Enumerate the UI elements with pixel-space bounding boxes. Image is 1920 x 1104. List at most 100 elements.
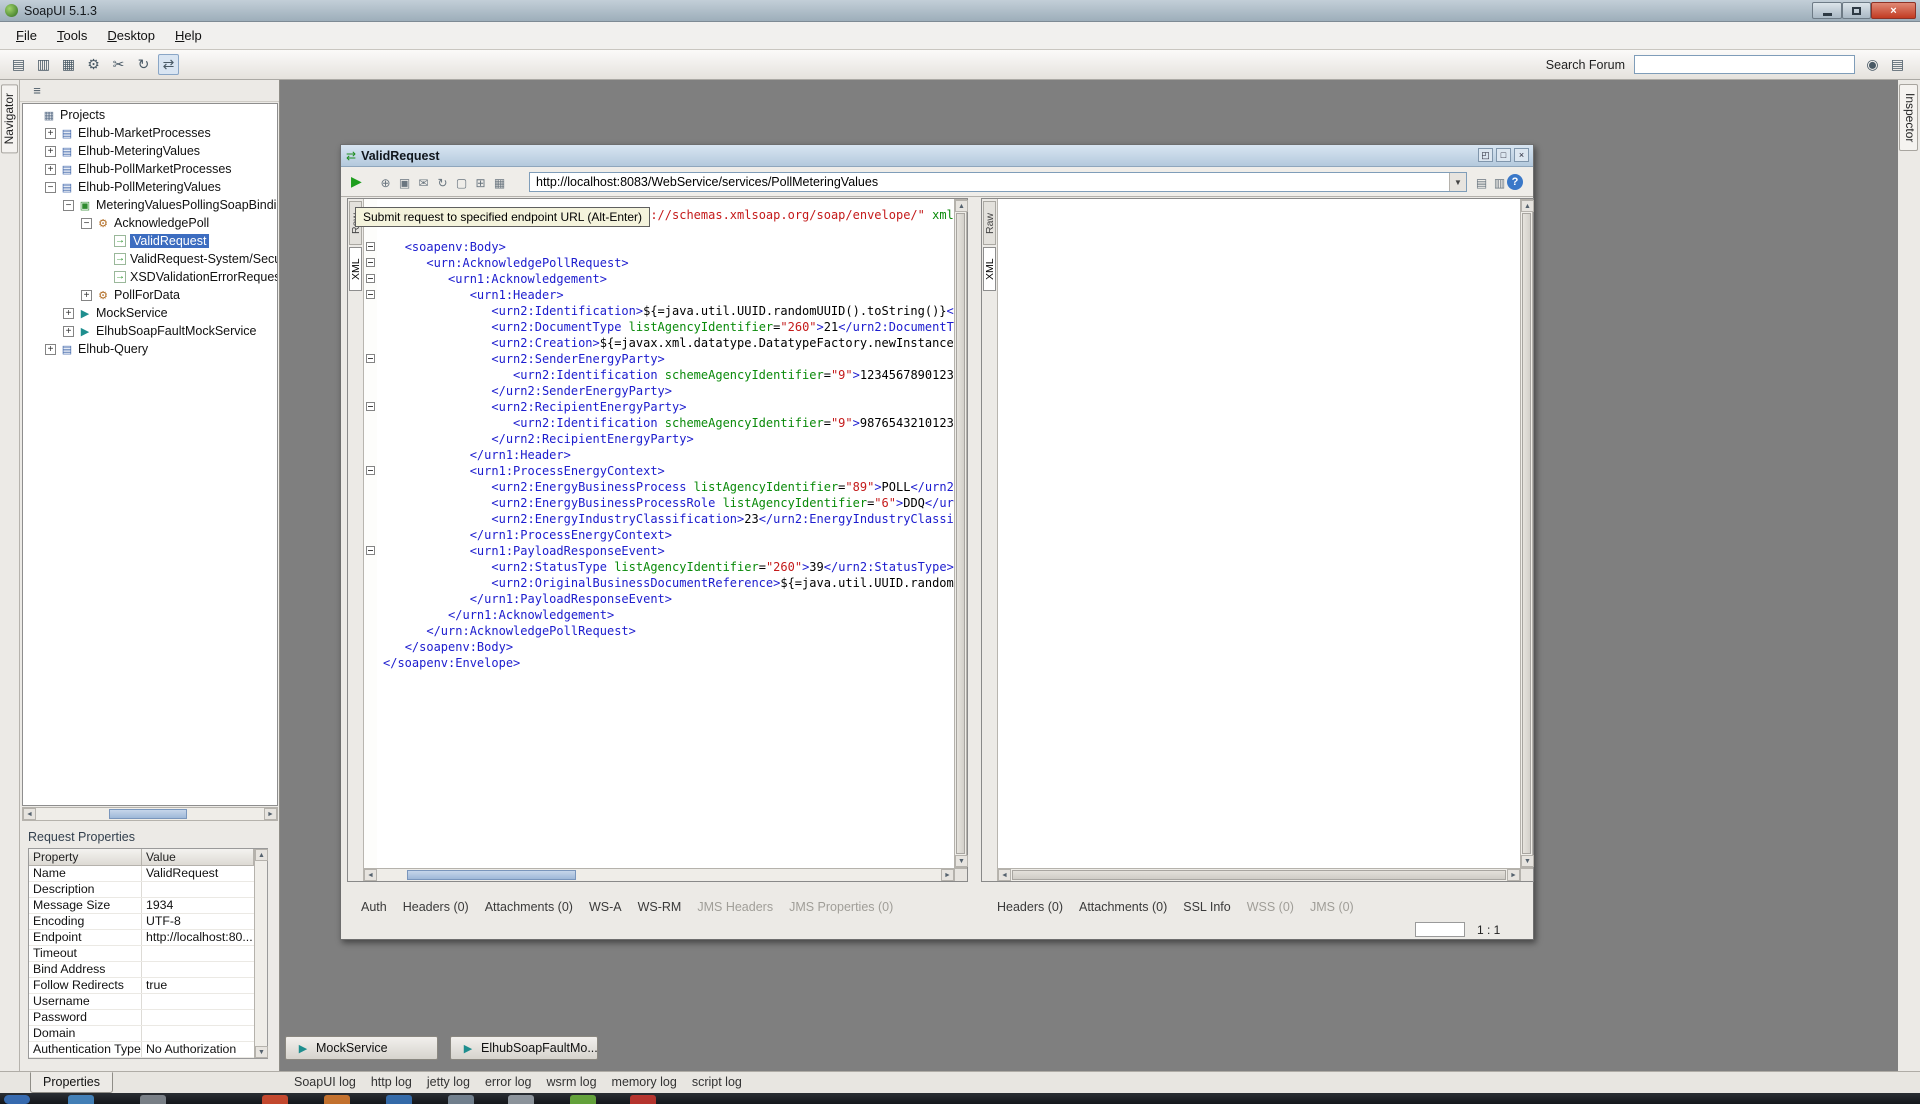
request-xml-tab[interactable]: XML [349, 247, 362, 291]
menu-desktop[interactable]: Desktop [97, 23, 165, 48]
tree-row[interactable]: +▶ElhubSoapFaultMockService [23, 322, 277, 340]
minimized-mockservice-window[interactable]: ▶ MockService [285, 1036, 438, 1060]
log-tab[interactable]: script log [692, 1075, 742, 1089]
scroll-thumb[interactable] [109, 809, 187, 819]
collapse-icon[interactable]: − [63, 200, 74, 211]
scroll-thumb[interactable] [1522, 213, 1531, 854]
taskbar-icon[interactable] [448, 1095, 474, 1104]
expand-icon[interactable]: + [63, 326, 74, 337]
property-row[interactable]: NameValidRequest [29, 866, 267, 882]
response-xml-tab[interactable]: XML [983, 247, 996, 291]
create-empty-request-icon[interactable]: ✉ [415, 175, 432, 191]
request-inspector-tab[interactable]: Headers (0) [403, 900, 469, 914]
maximize-frame-icon[interactable]: □ [1496, 148, 1511, 162]
workspace-properties-icon[interactable]: ⚙ [83, 54, 104, 75]
expand-icon[interactable]: + [45, 164, 56, 175]
tree-row[interactable]: −▤Elhub-PollMeteringValues [23, 178, 277, 196]
tree-row[interactable]: +⚙PollForData [23, 286, 277, 304]
save-workspaces-icon[interactable]: ▦ [58, 54, 79, 75]
expand-icon[interactable]: + [81, 290, 92, 301]
navigator-options-icon[interactable]: ≡ [28, 82, 46, 100]
property-row[interactable]: Domain [29, 1026, 267, 1042]
proxy-icon[interactable]: ↻ [133, 54, 154, 75]
taskbar-icon[interactable] [324, 1095, 350, 1104]
endpoint-dropdown-icon[interactable]: ▼ [1449, 173, 1466, 191]
request-inspector-tab[interactable]: WS-A [589, 900, 622, 914]
global-preferences-icon[interactable]: ✂ [108, 54, 129, 75]
response-inspector-tab[interactable]: Headers (0) [997, 900, 1063, 914]
property-row[interactable]: Endpointhttp://localhost:80... [29, 930, 267, 946]
tree-row[interactable]: ▦Projects [23, 106, 277, 124]
fold-icon[interactable] [366, 290, 375, 299]
fold-icon[interactable] [366, 546, 375, 555]
property-row[interactable]: Authentication TypeNo Authorization [29, 1042, 267, 1058]
taskbar-icon[interactable] [508, 1095, 534, 1104]
export-request-icon[interactable]: ▦ [491, 175, 508, 191]
fold-icon[interactable] [366, 242, 375, 251]
scroll-down-icon[interactable]: ▼ [955, 855, 968, 867]
response-vertical-scrollbar[interactable]: ▲ ▼ [1520, 199, 1533, 868]
fold-icon[interactable] [366, 354, 375, 363]
import-workspace-icon[interactable]: ▥ [33, 54, 54, 75]
scroll-right-icon[interactable]: ► [264, 808, 277, 820]
property-row[interactable]: Description [29, 882, 267, 898]
property-row[interactable]: Message Size1934 [29, 898, 267, 914]
request-inspector-tab[interactable]: Auth [361, 900, 387, 914]
fold-icon[interactable] [366, 274, 375, 283]
fold-icon[interactable] [366, 258, 375, 267]
collapse-icon[interactable]: − [45, 182, 56, 193]
tree-row[interactable]: +▤Elhub-MeteringValues [23, 142, 277, 160]
tree-row[interactable]: +▤Elhub-Query [23, 340, 277, 358]
recreate-request-icon[interactable]: ↻ [434, 175, 451, 191]
property-value[interactable]: UTF-8 [142, 914, 254, 929]
expand-icon[interactable]: + [45, 128, 56, 139]
position-input[interactable] [1415, 922, 1465, 937]
scroll-left-icon[interactable]: ◄ [364, 869, 377, 881]
request-vertical-scrollbar[interactable]: ▲ ▼ [954, 199, 967, 868]
tree-row[interactable]: →XSDValidationErrorRequest [23, 268, 277, 286]
property-row[interactable]: EncodingUTF-8 [29, 914, 267, 930]
log-tab[interactable]: http log [371, 1075, 412, 1089]
close-button[interactable]: × [1871, 2, 1916, 19]
menu-file[interactable]: File [6, 23, 47, 48]
minimize-button[interactable] [1812, 2, 1842, 19]
scroll-up-icon[interactable]: ▲ [955, 200, 968, 212]
navigator-tab[interactable]: Navigator [1, 84, 18, 153]
request-horizontal-scrollbar[interactable]: ◄ ► [364, 868, 954, 881]
property-value[interactable]: No Authorization [142, 1042, 254, 1057]
tree-row[interactable]: +▶MockService [23, 304, 277, 322]
expand-icon[interactable]: + [45, 146, 56, 157]
log-tab[interactable]: SoapUI log [294, 1075, 356, 1089]
taskbar-icon[interactable] [140, 1095, 166, 1104]
property-value[interactable]: true [142, 978, 254, 993]
taskbar-icon[interactable] [4, 1095, 30, 1104]
tree-row[interactable]: →ValidRequest [23, 232, 277, 250]
tree-horizontal-scrollbar[interactable]: ◄ ► [22, 807, 278, 821]
response-inspector-tab[interactable]: SSL Info [1183, 900, 1231, 914]
new-workspace-icon[interactable]: ▤ [8, 54, 29, 75]
taskbar-icon[interactable] [630, 1095, 656, 1104]
help-icon[interactable]: ? [1507, 174, 1523, 190]
inspector-tab[interactable]: Inspector [1899, 84, 1918, 151]
search-go-icon[interactable]: ◉ [1862, 54, 1883, 75]
taskbar-icon[interactable] [68, 1095, 94, 1104]
applet-toggle-icon[interactable]: ⇄ [158, 54, 179, 75]
properties-scrollbar[interactable]: ▲ ▼ [254, 849, 267, 1058]
split-layout-icon[interactable]: ▥ [1491, 175, 1508, 191]
scroll-left-icon[interactable]: ◄ [23, 808, 36, 820]
property-row[interactable]: Follow Redirectstrue [29, 978, 267, 994]
add-to-testcase-icon[interactable]: ⊕ [377, 175, 394, 191]
collapse-icon[interactable]: − [81, 218, 92, 229]
add-to-mockservice-icon[interactable]: ▣ [396, 175, 413, 191]
properties-tab[interactable]: Properties [30, 1072, 113, 1093]
editor-splitter[interactable] [968, 198, 981, 882]
property-value[interactable]: ValidRequest [142, 866, 254, 881]
response-horizontal-scrollbar[interactable]: ◄ ► [998, 868, 1520, 881]
log-tab[interactable]: wsrm log [547, 1075, 597, 1089]
fold-icon[interactable] [366, 466, 375, 475]
scroll-down-icon[interactable]: ▼ [1521, 855, 1534, 867]
minimized-elhubsoapfault-window[interactable]: ▶ ElhubSoapFaultMo... [450, 1036, 598, 1060]
close-frame-icon[interactable]: × [1514, 148, 1529, 162]
endpoint-combo[interactable]: http://localhost:8083/WebService/service… [529, 172, 1467, 192]
frame-titlebar[interactable]: ⇄ ValidRequest ◰ □ × [341, 145, 1533, 167]
